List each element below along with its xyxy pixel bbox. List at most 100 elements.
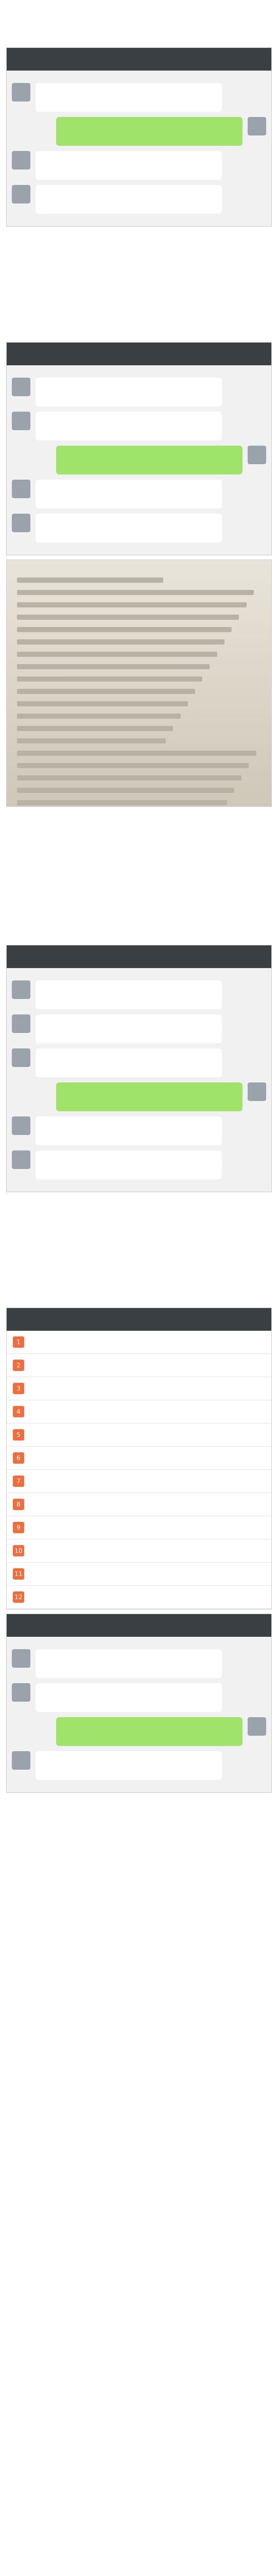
document-text <box>7 560 271 806</box>
chat-message <box>12 446 266 474</box>
message-bubble <box>36 480 222 509</box>
document-photo <box>6 560 272 807</box>
text-line <box>17 602 247 607</box>
chat-message <box>12 1048 266 1077</box>
message-bubble <box>36 980 222 1009</box>
chat-message <box>12 185 266 214</box>
hot-search-item[interactable]: 12 <box>7 1586 271 1609</box>
text-line <box>17 788 234 793</box>
avatar <box>12 151 30 170</box>
message-bubble <box>36 1150 222 1179</box>
message-bubble <box>56 117 242 146</box>
text-line <box>17 701 188 706</box>
rank-badge: 12 <box>13 1591 24 1603</box>
paragraph <box>6 1196 272 1240</box>
message-bubble <box>36 83 222 112</box>
chat-message <box>12 980 266 1009</box>
avatar <box>248 446 266 464</box>
avatar <box>12 185 30 204</box>
chat-message <box>12 1751 266 1780</box>
text-line <box>17 775 242 781</box>
chat-message <box>12 1116 266 1145</box>
hot-search-item[interactable]: 8 <box>7 1493 271 1516</box>
avatar <box>12 1048 30 1067</box>
message-bubble <box>36 1014 222 1043</box>
text-line <box>17 751 256 756</box>
message-bubble <box>36 1048 222 1077</box>
hot-search-item[interactable]: 10 <box>7 1539 271 1563</box>
avatar <box>12 1116 30 1135</box>
chat-title <box>7 945 271 968</box>
chat-title <box>7 48 271 71</box>
chat-title <box>7 1614 271 1637</box>
chat-message <box>12 480 266 509</box>
message-bubble <box>36 151 222 180</box>
message-bubble <box>36 514 222 543</box>
chat-screenshot <box>6 342 272 555</box>
avatar <box>12 1683 30 1702</box>
text-line <box>17 615 239 620</box>
paragraph <box>6 811 272 854</box>
text-line <box>17 714 181 719</box>
date-heading <box>6 274 272 295</box>
hot-search-item[interactable]: 1 <box>7 1331 271 1354</box>
rank-badge: 7 <box>13 1476 24 1487</box>
hot-search-item[interactable]: 11 <box>7 1563 271 1586</box>
article: 1 2 3 4 5 6 7 8 9 10 11 12 <box>0 0 278 1793</box>
rank-badge: 11 <box>13 1568 24 1580</box>
text-line <box>17 800 227 805</box>
chat-body <box>7 365 271 555</box>
hot-search-item[interactable]: 5 <box>7 1423 271 1447</box>
chat-message <box>12 83 266 112</box>
chat-message <box>12 1717 266 1746</box>
avatar <box>12 412 30 430</box>
paragraph <box>6 1260 272 1303</box>
text-line <box>17 652 217 657</box>
message-bubble <box>56 446 242 474</box>
rank-badge: 3 <box>13 1383 24 1394</box>
chat-message <box>12 1014 266 1043</box>
chat-screenshot <box>6 1614 272 1793</box>
hot-search-item[interactable]: 4 <box>7 1400 271 1423</box>
rank-badge: 4 <box>13 1406 24 1417</box>
chat-message <box>12 1150 266 1179</box>
hot-search-item[interactable]: 3 <box>7 1377 271 1400</box>
message-bubble <box>56 1082 242 1111</box>
avatar <box>12 378 30 396</box>
avatar <box>248 1717 266 1736</box>
hot-search-item[interactable]: 2 <box>7 1354 271 1377</box>
avatar <box>248 1082 266 1101</box>
message-bubble <box>36 412 222 440</box>
chat-body <box>7 71 271 226</box>
paragraph <box>6 0 272 43</box>
hot-search-item[interactable]: 9 <box>7 1516 271 1539</box>
message-bubble <box>36 1649 222 1678</box>
rank-badge: 1 <box>13 1336 24 1348</box>
hot-search-item[interactable]: 6 <box>7 1447 271 1470</box>
text-line <box>17 726 173 731</box>
avatar <box>12 480 30 498</box>
chat-message <box>12 1649 266 1678</box>
avatar <box>12 1649 30 1668</box>
text-line <box>17 689 196 694</box>
text-line <box>17 763 249 768</box>
message-bubble <box>36 1751 222 1780</box>
text-line <box>17 627 232 632</box>
message-bubble <box>36 185 222 214</box>
paragraph <box>6 295 272 338</box>
avatar <box>12 1014 30 1033</box>
message-bubble <box>36 1683 222 1712</box>
avatar <box>12 1150 30 1169</box>
chat-message <box>12 1683 266 1712</box>
text-line <box>17 590 254 595</box>
text-line <box>17 738 166 743</box>
chat-body <box>7 968 271 1192</box>
rank-badge: 9 <box>13 1522 24 1533</box>
rank-badge: 5 <box>13 1429 24 1440</box>
chat-message <box>12 1082 266 1111</box>
text-line <box>17 639 224 645</box>
hot-search-item[interactable]: 7 <box>7 1470 271 1493</box>
avatar <box>248 117 266 135</box>
message-bubble <box>56 1717 242 1746</box>
chat-message <box>12 412 266 440</box>
